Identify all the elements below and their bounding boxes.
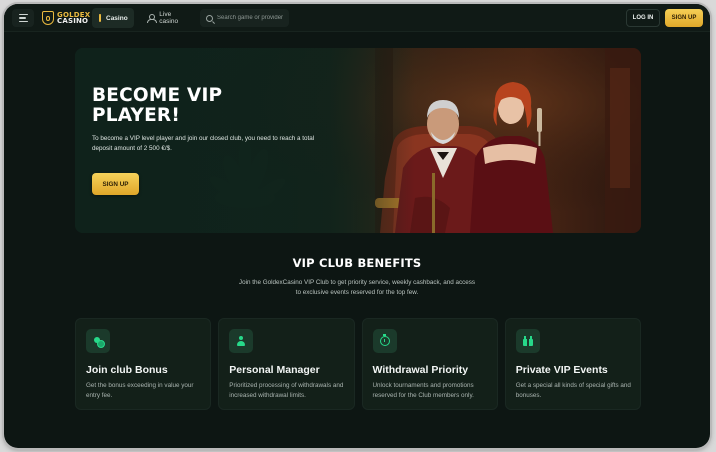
menu-button[interactable] — [12, 9, 34, 27]
top-header: GOLDEX CASINO Casino Live casino LOG IN … — [4, 4, 710, 32]
tab-live-casino[interactable]: Live casino — [140, 8, 196, 28]
benefits-cards: Join club Bonus Get the bonus exceeding … — [75, 318, 641, 410]
logo-line-2: CASINO — [57, 17, 89, 25]
tab-casino[interactable]: Casino — [92, 8, 134, 28]
benefits-heading: VIP CLUB BENEFITS — [292, 256, 422, 270]
card-icon-badge — [229, 329, 254, 353]
card-title: Join club Bonus — [86, 364, 168, 376]
search-box[interactable] — [200, 9, 289, 27]
card-icon-badge — [515, 329, 540, 353]
card-icon-badge — [372, 329, 397, 353]
shield-logo-icon — [42, 11, 54, 25]
card-title: Private VIP Events — [515, 364, 608, 376]
hamburger-line — [18, 14, 28, 16]
coins-icon — [93, 336, 105, 348]
benefit-card-personal-manager: Personal Manager Prioritized processing … — [218, 318, 355, 410]
tab-live-casino-label: Live casino — [159, 11, 179, 25]
signup-button-header[interactable]: SIGN UP — [665, 9, 703, 27]
search-input[interactable] — [217, 15, 289, 21]
hamburger-line — [18, 17, 26, 19]
hamburger-line — [18, 20, 28, 22]
benefit-card-withdrawal-priority: Withdrawal Priority Unlock tournaments a… — [361, 318, 498, 410]
tab-casino-label: Casino — [106, 14, 128, 22]
card-description: Get a special all kinds of special gifts… — [515, 382, 631, 399]
card-title: Withdrawal Priority — [372, 364, 469, 376]
vip-hero-banner: BECOME VIP PLAYER! To become a VIP level… — [75, 48, 641, 233]
benefit-card-private-events: Private VIP Events Get a special all kin… — [504, 318, 641, 410]
gift-icon — [522, 336, 533, 346]
stopwatch-icon — [379, 334, 390, 346]
card-description: Unlock tournaments and promotions reserv… — [372, 382, 474, 399]
card-description: Get the bonus exceeding in value your en… — [86, 382, 194, 399]
card-description: Prioritized processing of withdrawals an… — [229, 382, 344, 399]
benefits-description: Join the GoldexCasino VIP Club to get pr… — [238, 279, 476, 296]
hero-signup-button[interactable]: SIGN UP — [92, 173, 139, 195]
card-title: Personal Manager — [229, 364, 320, 376]
hero-title: BECOME VIP PLAYER! — [92, 85, 223, 126]
hero-description: To become a VIP level player and join ou… — [92, 135, 315, 152]
card-icon-badge — [86, 329, 110, 353]
site-logo[interactable]: GOLDEX CASINO — [42, 10, 90, 26]
manager-icon — [236, 336, 246, 346]
club-icon — [99, 14, 101, 22]
user-icon — [147, 14, 158, 23]
benefit-card-join-bonus: Join club Bonus Get the bonus exceeding … — [75, 318, 212, 410]
logo-wordmark: GOLDEX CASINO — [57, 11, 90, 25]
search-icon — [206, 14, 213, 22]
login-button[interactable]: LOG IN — [626, 9, 660, 27]
app-window: GOLDEX CASINO Casino Live casino LOG IN … — [4, 4, 710, 448]
